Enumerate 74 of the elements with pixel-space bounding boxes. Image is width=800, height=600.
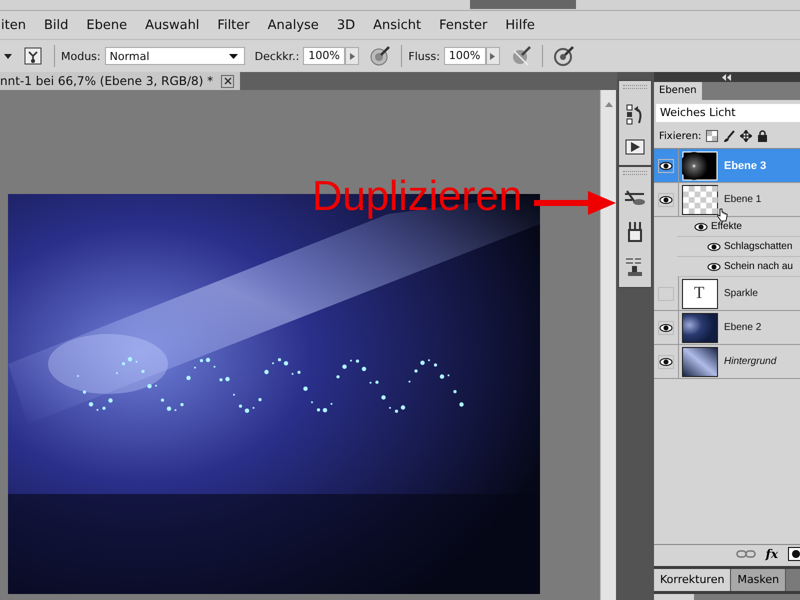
panel-tab[interactable]: Masken [731,569,786,591]
visibility-toggle[interactable] [694,222,708,232]
menu-item[interactable]: Filter [216,18,251,32]
visibility-toggle[interactable] [658,192,674,206]
layer-thumbnail [682,184,718,214]
effect-label: Effekte [711,221,742,232]
play-arrow-icon [490,52,496,60]
scroll-up-icon[interactable] [604,102,612,107]
arrow-icon [534,191,616,215]
text-layer-glyph: T [694,283,704,303]
layer-row[interactable]: T Sparkle [654,277,800,311]
visibility-toggle[interactable] [658,286,674,300]
mode-label: Modus: [61,50,101,62]
menu-item[interactable]: Fenster [438,18,488,32]
dropdown-caret-icon [228,54,238,58]
stamp-icon[interactable] [626,221,644,243]
flow-slider-button[interactable] [486,47,500,65]
visibility-toggle[interactable] [658,158,674,172]
menu-item[interactable]: iten [0,18,27,32]
opacity-slider-button[interactable] [345,47,360,65]
menu-item[interactable]: Hilfe [504,18,536,32]
move-icon[interactable] [740,130,752,142]
play-arrow-icon [350,52,355,60]
lock-icon[interactable] [757,130,768,142]
lock-label: Fixieren: [659,130,702,142]
opacity-field[interactable]: 100% [303,47,346,65]
annotation-text: Duplizieren [312,172,522,220]
close-button[interactable] [221,74,234,88]
menu-item[interactable]: Ansicht [372,18,422,32]
visibility-toggle[interactable] [658,320,674,334]
eye-icon [659,194,673,204]
tool-presets-icon[interactable] [625,257,645,277]
mask-icon[interactable] [788,547,800,561]
effect-label: Schlagschatten [724,241,792,252]
eye-icon [659,160,673,170]
menu-item[interactable]: Analyse [266,18,320,32]
blend-mode-dropdown[interactable]: Weiches Licht [656,104,800,122]
layer-row[interactable]: Ebene 2 [654,311,800,345]
menu-item[interactable]: Ebene [85,18,128,32]
tablet-pressure-icon[interactable] [552,45,575,67]
layer-thumbnail [682,278,718,308]
panel-tab[interactable]: Ebenen [654,82,702,100]
document-tab[interactable]: nnt-1 bei 66,7% (Ebene 3, RGB/8) * [0,72,240,90]
airbrush-icon[interactable] [369,45,392,67]
scrollbar[interactable] [600,90,616,600]
eye-icon [659,356,673,366]
eye-icon [659,322,673,332]
layer-thumbnail [682,150,718,180]
close-icon [224,77,232,85]
flow-label: Fluss: [408,50,440,62]
effects-button[interactable]: fx [766,547,778,561]
menu-item[interactable]: Auswahl [144,18,200,32]
hand-cursor-icon [716,208,728,222]
visibility-toggle[interactable] [707,242,721,252]
layer-row[interactable]: Ebene 1 [654,183,800,217]
mode-dropdown[interactable]: Normal [104,47,245,65]
menu-item[interactable]: Bild [42,18,70,32]
layer-thumbnail [682,346,718,376]
link-icon[interactable] [736,549,756,559]
eye-icon [707,242,721,252]
play-icon[interactable] [625,139,645,155]
visibility-toggle[interactable] [658,354,674,368]
lock-transparency-icon[interactable] [706,130,718,142]
eye-icon [694,222,708,232]
opacity-label: Deckkr.: [254,50,300,62]
panel-tab[interactable]: Korrekturen [654,569,732,591]
flow-field[interactable]: 100% [444,47,486,65]
layer-row[interactable]: Hintergrund [654,345,800,379]
eye-icon [707,262,721,272]
effect-label: Schein nach au [724,261,793,272]
caret-icon[interactable] [4,54,12,58]
menu-item[interactable]: 3D [336,18,356,32]
visibility-toggle[interactable] [707,262,721,272]
layer-thumbnail [682,312,718,342]
